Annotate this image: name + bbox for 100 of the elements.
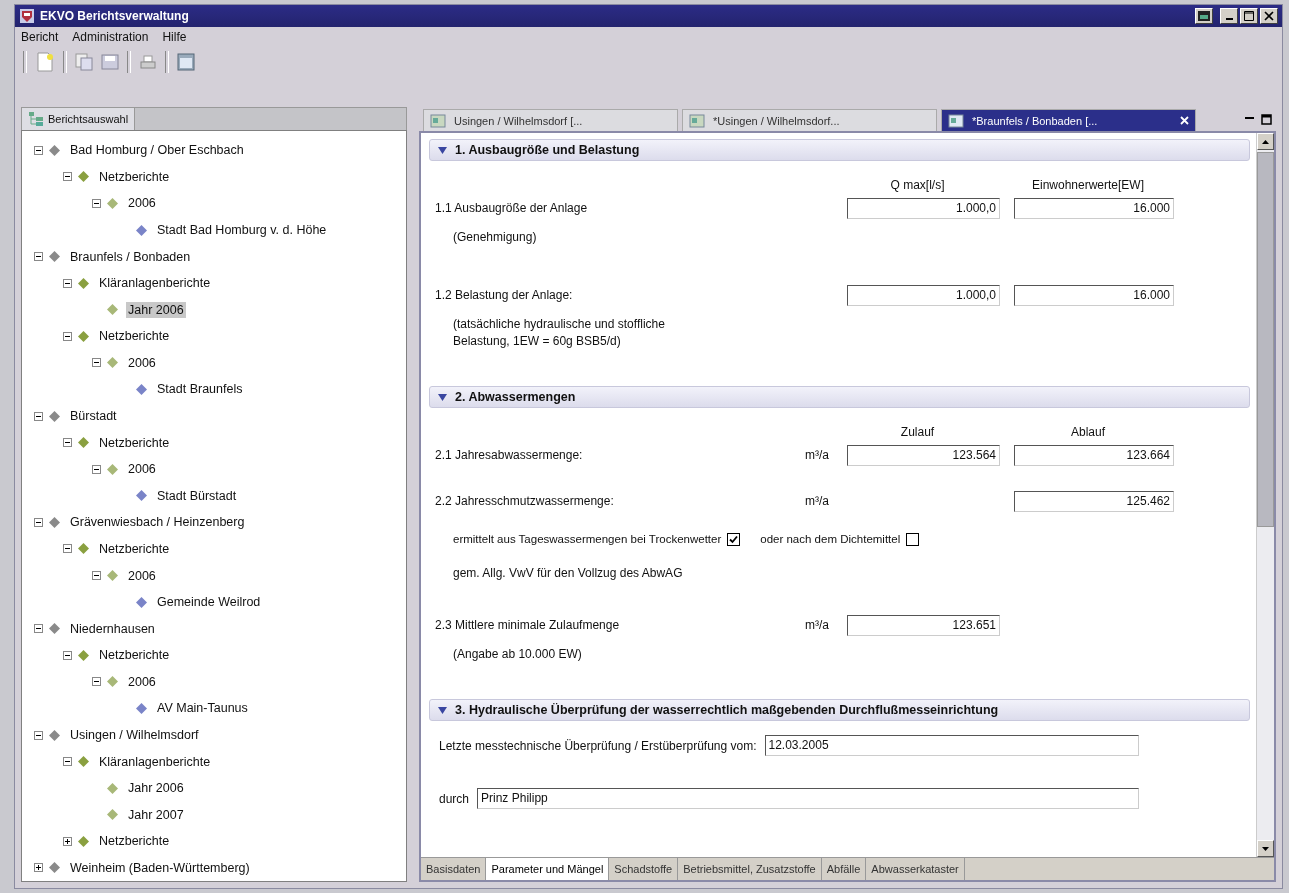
tree-item[interactable]: Jahr 2006 — [126, 301, 186, 318]
tree-item[interactable]: Netzberichte — [97, 540, 172, 557]
collapse-toggle-icon[interactable] — [63, 331, 72, 341]
number-field[interactable]: 16.000 — [1014, 284, 1174, 306]
collapse-toggle-icon[interactable] — [92, 571, 101, 581]
tree-item[interactable]: Stadt Bad Homburg v. d. Höhe — [155, 222, 329, 238]
tree-item[interactable]: AV Main-Taunus — [155, 700, 250, 717]
page-tab[interactable]: Parameter und Mängel — [486, 858, 610, 880]
close-icon[interactable] — [1180, 116, 1189, 125]
collapse-toggle-icon[interactable] — [63, 650, 72, 660]
page-tab[interactable]: Abfälle — [821, 858, 867, 880]
maximize-button[interactable] — [1240, 8, 1258, 24]
collapse-toggle-icon[interactable] — [34, 624, 43, 634]
page-tab[interactable]: Abwasserkataster — [866, 858, 965, 880]
diamond-icon — [107, 197, 118, 209]
tree-item[interactable]: Kläranlagenberichte — [97, 275, 213, 292]
document-tab[interactable]: Usingen / Wilhelmsdorf [... — [423, 109, 678, 131]
collapse-toggle-icon[interactable] — [92, 358, 101, 368]
collapse-toggle-icon[interactable] — [63, 172, 72, 182]
diamond-icon — [78, 437, 89, 449]
maximize-view-icon[interactable] — [1261, 113, 1272, 125]
scroll-up-button[interactable] — [1257, 133, 1274, 150]
collapse-toggle-icon[interactable] — [92, 677, 101, 687]
menu-item[interactable]: Bericht — [21, 30, 59, 44]
number-field[interactable]: 1.000,0 — [847, 197, 1000, 219]
menu-item[interactable]: Hilfe — [162, 30, 187, 44]
document-tab[interactable]: *Usingen / Wilhelmsdorf... — [682, 109, 937, 131]
tree-item[interactable]: Bürstadt — [68, 408, 119, 425]
tree-item[interactable]: Kläranlagenberichte — [97, 753, 213, 770]
field-hint: (Genehmigung) — [452, 229, 538, 246]
tree-item[interactable]: Netzberichte — [97, 328, 172, 345]
tree-item[interactable]: 2006 — [126, 567, 158, 584]
diamond-icon — [78, 756, 89, 768]
collapse-toggle-icon[interactable] — [34, 411, 43, 421]
tree-item[interactable]: Stadt Braunfels — [155, 381, 245, 398]
checkbox[interactable] — [727, 532, 741, 546]
document-icon — [948, 112, 966, 129]
collapse-toggle-icon[interactable] — [63, 438, 72, 448]
number-field[interactable]: 1.000,0 — [847, 284, 1000, 306]
collapse-toggle-icon[interactable] — [63, 544, 72, 554]
text-field[interactable]: 12.03.2005 — [764, 735, 1139, 756]
collapse-toggle-icon[interactable] — [63, 278, 72, 288]
collapse-toggle-icon[interactable] — [63, 757, 72, 767]
minimize-button[interactable] — [1220, 8, 1238, 24]
tree-item[interactable]: Braunfels / Bonbaden — [68, 248, 193, 265]
document-tab[interactable]: *Braunfels / Bonbaden [... — [941, 109, 1196, 131]
field-label: 2.3 Mittlere minimale Zulaufmenge — [435, 618, 621, 632]
tree-item[interactable]: 2006 — [126, 461, 158, 478]
collapse-toggle-icon[interactable] — [92, 464, 101, 474]
collapse-toggle-icon[interactable] — [92, 198, 101, 208]
collapse-toggle-icon[interactable] — [34, 145, 43, 155]
minimize-icon — [1225, 17, 1233, 20]
page-tab[interactable]: Schadstoffe — [609, 858, 679, 880]
diamond-icon — [107, 676, 118, 688]
page-tab[interactable]: Betriebsmittel, Zusatzstoffe — [678, 858, 822, 880]
tree-item[interactable]: Netzberichte — [97, 647, 172, 664]
section-header[interactable]: 1. Ausbaugröße und Belastung — [429, 139, 1250, 161]
collapse-toggle-icon[interactable] — [34, 252, 43, 262]
tree-item[interactable]: Usingen / Wilhelmsdorf — [68, 727, 201, 743]
number-field[interactable]: 123.651 — [847, 614, 1000, 636]
tree-item[interactable]: Jahr 2006 — [126, 780, 186, 797]
collapse-triangle-icon — [438, 706, 447, 714]
tree-item[interactable]: Netzberichte — [97, 833, 172, 850]
checkbox[interactable] — [906, 532, 920, 546]
scrollbar[interactable] — [1256, 133, 1274, 857]
tree-item[interactable]: Bad Homburg / Ober Eschbach — [68, 142, 246, 159]
tree-item[interactable]: Weinheim (Baden-Württemberg) — [68, 859, 252, 876]
menu-item[interactable]: Administration — [72, 30, 149, 44]
tree-item[interactable]: Netzberichte — [97, 168, 172, 185]
diamond-icon — [49, 623, 60, 635]
tree-item[interactable]: Gemeinde Weilrod — [155, 594, 263, 611]
section-header[interactable]: 3. Hydraulische Überprüfung der wasserrechtlich maßgebenden Durchflußmesseinrichtung — [429, 699, 1250, 721]
number-field[interactable]: 123.564 — [847, 444, 1000, 466]
window-icon[interactable] — [177, 53, 195, 71]
tree-item[interactable]: Niedernhausen — [68, 620, 157, 637]
restore-layout-button[interactable] — [1195, 8, 1213, 24]
close-button[interactable] — [1260, 8, 1278, 24]
tree-item[interactable]: 2006 — [126, 673, 158, 690]
expand-toggle-icon[interactable] — [63, 836, 72, 846]
number-field[interactable]: 125.462 — [1014, 490, 1174, 512]
tree-item[interactable]: Stadt Bürstadt — [155, 487, 239, 504]
number-field[interactable]: 16.000 — [1014, 197, 1174, 219]
print-icon[interactable] — [139, 53, 157, 71]
number-field[interactable]: 123.664 — [1014, 444, 1174, 466]
tree-item[interactable]: Grävenwiesbach / Heinzenberg — [68, 514, 247, 531]
collapse-toggle-icon[interactable] — [34, 730, 43, 740]
tree-item[interactable]: 2006 — [126, 195, 158, 212]
panel-tab[interactable]: Berichtsauswahl — [22, 108, 136, 130]
app-logo-icon — [19, 8, 35, 24]
expand-toggle-icon[interactable] — [34, 863, 43, 873]
tree-item[interactable]: 2006 — [126, 354, 158, 371]
field-hint: (Angabe ab 10.000 EW) — [452, 646, 583, 663]
tree-item[interactable]: Netzberichte — [97, 434, 172, 451]
section-header[interactable]: 2. Abwassermengen — [429, 386, 1250, 408]
tree-item[interactable]: Jahr 2007 — [126, 806, 186, 823]
scrollbar-thumb[interactable] — [1257, 152, 1274, 527]
scroll-down-button[interactable] — [1257, 840, 1274, 857]
text-field[interactable]: Prinz Philipp — [477, 788, 1139, 809]
checkbox-label: oder nach dem Dichtemittel — [760, 533, 901, 545]
collapse-toggle-icon[interactable] — [34, 517, 43, 527]
